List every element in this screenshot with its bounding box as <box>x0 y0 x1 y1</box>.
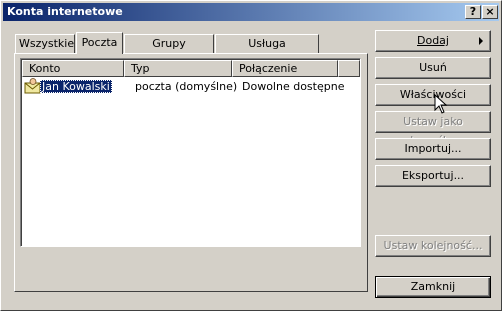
column-header-connection[interactable]: Połączenie <box>232 60 338 77</box>
tab-newsgroups[interactable]: Grupy dyskusyjne <box>124 34 214 67</box>
column-header-account[interactable]: Konto <box>22 60 124 77</box>
title-bar[interactable]: Konta internetowe ? × <box>3 3 499 21</box>
tab-all[interactable]: Wszystkie <box>15 34 75 53</box>
properties-button[interactable]: Właściwości <box>375 84 491 106</box>
add-button[interactable]: Dodaj <box>375 30 491 52</box>
submenu-arrow-icon <box>479 37 483 45</box>
add-button-label: Dodaj <box>417 34 449 47</box>
mouse-cursor-icon <box>434 94 448 114</box>
help-button[interactable]: ? <box>465 5 481 19</box>
column-header-type[interactable]: Typ <box>124 60 232 77</box>
account-type-cell: poczta (domyślne) <box>135 80 238 93</box>
close-dialog-button[interactable]: Zamknij <box>375 276 491 298</box>
tab-directory-service[interactable]: Usługa katalogowa <box>215 34 319 67</box>
account-connection-cell: Dowolne dostępne <box>242 80 345 93</box>
list-item[interactable]: Jan Kowalski poczta (domyślne) Dowolne d… <box>22 78 359 95</box>
close-button[interactable]: × <box>482 5 498 19</box>
set-order-button[interactable]: Ustaw kolejność... <box>375 235 491 257</box>
window-title: Konta internetowe <box>7 5 123 18</box>
tab-mail[interactable]: Poczta <box>76 32 123 54</box>
dialog-window: Konta internetowe ? × Wszystkie Poczta G… <box>0 0 502 311</box>
import-button[interactable]: Importuj... <box>375 138 491 160</box>
column-header-spacer <box>338 60 360 77</box>
set-default-button[interactable]: Ustaw jako domyślne <box>375 111 491 147</box>
accounts-list[interactable]: Konto Typ Połączenie Jan Kowalski poczta… <box>20 58 361 247</box>
account-name-cell[interactable]: Jan Kowalski <box>40 80 112 93</box>
remove-button[interactable]: Usuń <box>375 57 491 79</box>
export-button[interactable]: Eksportuj... <box>375 165 491 187</box>
